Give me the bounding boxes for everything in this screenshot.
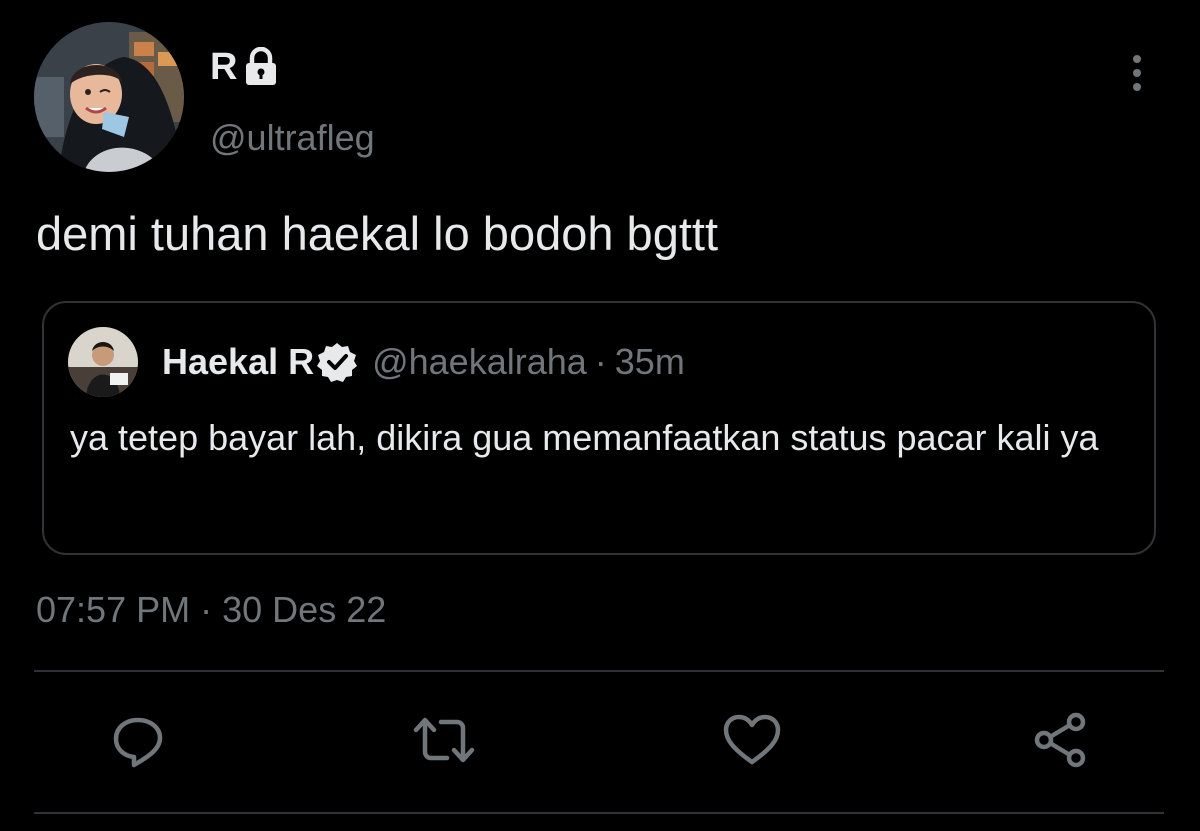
quoted-handle: @haekalraha (372, 341, 587, 382)
heart-icon (722, 712, 782, 773)
quoted-header: Haekal R @haekalraha · 35m (162, 341, 685, 383)
verified-badge-icon (316, 341, 358, 383)
author-handle[interactable]: @ultrafleg (210, 116, 375, 160)
bottom-divider (34, 812, 1164, 814)
author-avatar[interactable] (34, 22, 184, 172)
share-icon (1030, 710, 1090, 775)
quoted-time: 35m (614, 341, 685, 382)
quoted-display-name: Haekal R (162, 341, 315, 382)
tweet-text: demi tuhan haekal lo bodoh bgttt (36, 207, 719, 260)
quoted-tweet-text: ya tetep bayar lah, dikira gua memanfaat… (70, 417, 1099, 458)
like-button[interactable] (722, 712, 782, 772)
divider (34, 670, 1164, 672)
author-name-row[interactable]: R (210, 44, 279, 90)
reply-button[interactable] (108, 712, 168, 772)
tweet-date: 30 Des 22 (222, 589, 387, 630)
share-button[interactable] (1030, 712, 1090, 772)
lock-icon (243, 46, 279, 87)
retweet-icon (413, 712, 475, 773)
retweet-button[interactable] (413, 712, 475, 773)
timestamp-separator: · (200, 589, 213, 630)
quoted-author-avatar (68, 327, 138, 397)
quoted-separator: · (594, 341, 607, 382)
more-options-icon[interactable] (1124, 52, 1150, 96)
tweet-timestamp[interactable]: 07:57 PM · 30 Des 22 (36, 588, 386, 632)
reply-icon (110, 712, 166, 773)
author-display-name: R (210, 46, 238, 88)
quoted-tweet-card[interactable]: Haekal R @haekalraha · 35m ya tetep baya… (42, 301, 1156, 555)
tweet-time: 07:57 PM (36, 589, 191, 630)
